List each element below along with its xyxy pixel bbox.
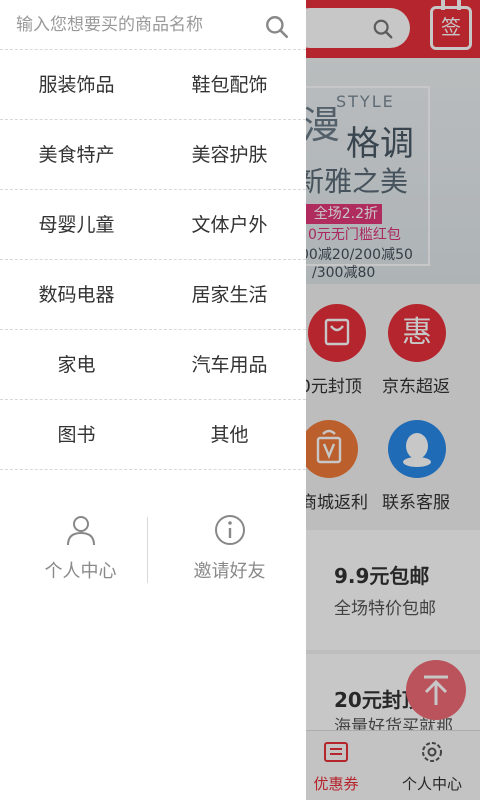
category-home-living[interactable]: 居家生活 bbox=[153, 260, 306, 330]
category-row: 美食特产 美容护肤 bbox=[0, 120, 306, 190]
category-baby-kids[interactable]: 母婴儿童 bbox=[0, 190, 153, 260]
category-row: 家电 汽车用品 bbox=[0, 330, 306, 400]
profile-label: 个人中心 bbox=[44, 561, 117, 582]
invite-friends-label: 邀请好友 bbox=[193, 561, 266, 582]
category-sports-outdoor[interactable]: 文体户外 bbox=[153, 190, 306, 260]
search-input[interactable] bbox=[16, 12, 256, 38]
category-row: 母婴儿童 文体户外 bbox=[0, 190, 306, 260]
category-digital[interactable]: 数码电器 bbox=[0, 260, 153, 330]
divider bbox=[147, 517, 148, 583]
category-food[interactable]: 美食特产 bbox=[0, 120, 153, 190]
invite-friends-button[interactable]: 邀请好友 bbox=[153, 505, 306, 595]
category-clothing[interactable]: 服装饰品 bbox=[0, 50, 153, 120]
category-row: 图书 其他 bbox=[0, 400, 306, 470]
category-appliances[interactable]: 家电 bbox=[0, 330, 153, 400]
info-icon bbox=[214, 515, 245, 545]
category-shoes-bags[interactable]: 鞋包配饰 bbox=[153, 50, 306, 120]
category-row: 数码电器 居家生活 bbox=[0, 260, 306, 330]
drawer-bottom-actions: 个人中心 邀请好友 bbox=[0, 505, 306, 595]
profile-button[interactable]: 个人中心 bbox=[4, 505, 157, 595]
category-other[interactable]: 其他 bbox=[153, 400, 306, 470]
user-icon bbox=[66, 516, 95, 546]
drawer-search-bar bbox=[0, 0, 306, 50]
category-beauty[interactable]: 美容护肤 bbox=[153, 120, 306, 190]
category-row: 服装饰品 鞋包配饰 bbox=[0, 50, 306, 120]
category-drawer: 服装饰品 鞋包配饰 美食特产 美容护肤 母婴儿童 文体户外 数码电器 居家生活 … bbox=[0, 0, 306, 800]
category-auto[interactable]: 汽车用品 bbox=[153, 330, 306, 400]
category-books[interactable]: 图书 bbox=[0, 400, 153, 470]
search-icon[interactable] bbox=[264, 14, 290, 40]
